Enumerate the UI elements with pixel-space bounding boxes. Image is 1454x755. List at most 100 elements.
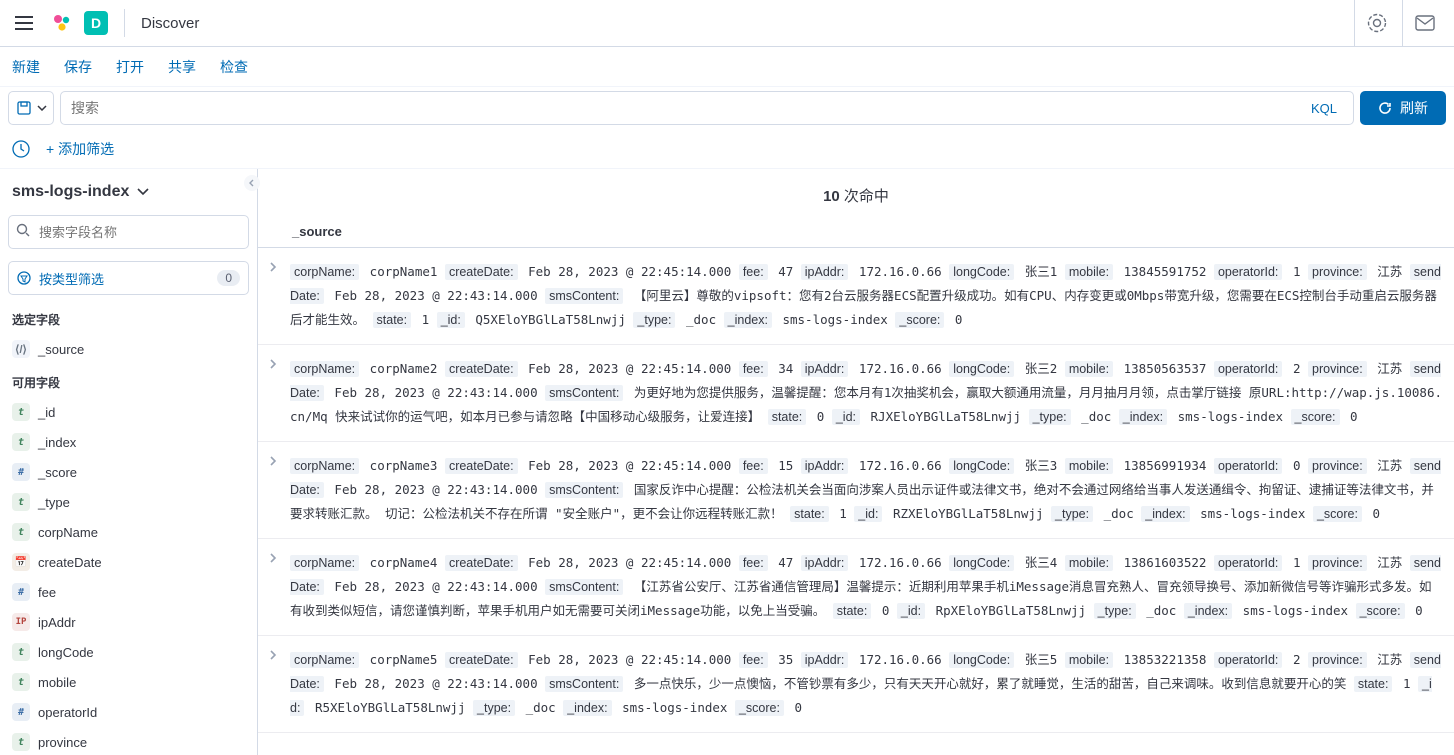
search-input[interactable] xyxy=(71,100,1305,116)
doc-row: corpName: corpName4 createDate: Feb 28, … xyxy=(258,539,1454,636)
column-source[interactable]: _source xyxy=(292,224,342,239)
doc-source: corpName: corpName2 createDate: Feb 28, … xyxy=(290,357,1442,429)
field-type-icon: t xyxy=(12,643,30,661)
field-item-fee[interactable]: # fee xyxy=(0,577,257,607)
field-type-icon: # xyxy=(12,463,30,481)
field-item-mobile[interactable]: t mobile xyxy=(0,667,257,697)
field-name: _index xyxy=(38,435,76,450)
table-header: _source xyxy=(258,216,1454,248)
expand-doc-button[interactable] xyxy=(268,551,286,623)
field-type-icon: # xyxy=(12,583,30,601)
hits-count: 10 xyxy=(823,188,840,205)
field-name: operatorId xyxy=(38,705,97,720)
action-save[interactable]: 保存 xyxy=(64,57,92,77)
refresh-button[interactable]: 刷新 xyxy=(1360,91,1446,125)
field-type-icon: IP xyxy=(12,613,30,631)
chevron-left-icon xyxy=(248,179,256,187)
available-fields-label: 可用字段 xyxy=(0,364,257,397)
selected-fields-label: 选定字段 xyxy=(0,301,257,334)
lifebuoy-icon xyxy=(1367,13,1387,33)
search-bar: KQL 刷新 xyxy=(0,87,1454,129)
field-item-_source[interactable]: ⟨/⟩ _source xyxy=(0,334,257,364)
available-fields-list: t _id t _index # _score t _type t corpNa… xyxy=(0,397,257,755)
field-item-_index[interactable]: t _index xyxy=(0,427,257,457)
field-item-longCode[interactable]: t longCode xyxy=(0,637,257,667)
type-filter-count: 0 xyxy=(217,270,240,286)
newsfeed-button[interactable] xyxy=(1402,0,1446,46)
field-type-icon: # xyxy=(12,703,30,721)
chevron-right-icon xyxy=(268,650,278,660)
query-bar: KQL xyxy=(60,91,1354,125)
doc-row: corpName: corpName2 createDate: Feb 28, … xyxy=(258,345,1454,442)
field-type-icon: t xyxy=(12,733,30,751)
field-name: ipAddr xyxy=(38,615,76,630)
doc-source: corpName: corpName1 createDate: Feb 28, … xyxy=(290,260,1442,332)
field-item-createDate[interactable]: 📅 createDate xyxy=(0,547,257,577)
field-item-province[interactable]: t province xyxy=(0,727,257,755)
refresh-icon xyxy=(1378,101,1392,115)
field-type-icon: t xyxy=(12,673,30,691)
app-badge[interactable]: D xyxy=(84,11,108,35)
hits-header: 10 次命中 xyxy=(258,169,1454,216)
chevron-right-icon xyxy=(268,553,278,563)
field-item-_id[interactable]: t _id xyxy=(0,397,257,427)
collapse-sidebar-button[interactable] xyxy=(244,175,260,191)
docs-list[interactable]: corpName: corpName1 createDate: Feb 28, … xyxy=(258,248,1454,755)
field-item-_type[interactable]: t _type xyxy=(0,487,257,517)
index-name: sms-logs-index xyxy=(12,183,129,201)
field-type-icon: t xyxy=(12,433,30,451)
field-name: fee xyxy=(38,585,56,600)
field-item-_score[interactable]: # _score xyxy=(0,457,257,487)
saved-query-button[interactable] xyxy=(8,91,54,125)
filter-funnel-icon xyxy=(17,271,31,285)
refresh-label: 刷新 xyxy=(1400,98,1428,118)
filter-settings-button[interactable] xyxy=(12,140,30,158)
field-type-icon: t xyxy=(12,493,30,511)
field-name: mobile xyxy=(38,675,76,690)
field-item-ipAddr[interactable]: IP ipAddr xyxy=(0,607,257,637)
nav-menu-button[interactable] xyxy=(8,7,40,39)
selected-fields-list: ⟨/⟩ _source xyxy=(0,334,257,364)
chevron-down-icon xyxy=(137,188,149,196)
field-name: _score xyxy=(38,465,77,480)
field-type-icon: 📅 xyxy=(12,553,30,571)
results-panel: 10 次命中 _source corpName: corpName1 creat… xyxy=(258,169,1454,755)
topbar-right xyxy=(1354,0,1446,46)
field-search-input[interactable] xyxy=(8,215,249,249)
doc-row: corpName: corpName3 createDate: Feb 28, … xyxy=(258,442,1454,539)
chevron-right-icon xyxy=(268,456,278,466)
field-search xyxy=(8,215,249,249)
field-item-operatorId[interactable]: # operatorId xyxy=(0,697,257,727)
index-selector[interactable]: sms-logs-index xyxy=(0,169,257,209)
action-open[interactable]: 打开 xyxy=(116,57,144,77)
field-name: _source xyxy=(38,342,84,357)
elastic-logo-icon[interactable] xyxy=(50,11,74,35)
expand-doc-button[interactable] xyxy=(268,648,286,720)
doc-source: corpName: corpName4 createDate: Feb 28, … xyxy=(290,551,1442,623)
action-bar: 新建 保存 打开 共享 检查 xyxy=(0,47,1454,87)
hits-suffix: 次命中 xyxy=(840,188,889,205)
sidebar: sms-logs-index 按类型筛选 0 选定字段 ⟨/⟩ _source … xyxy=(0,169,258,755)
action-new[interactable]: 新建 xyxy=(12,57,40,77)
chevron-right-icon xyxy=(268,359,278,369)
kql-toggle[interactable]: KQL xyxy=(1305,101,1343,116)
chevron-down-icon xyxy=(37,105,47,111)
doc-source: corpName: corpName3 createDate: Feb 28, … xyxy=(290,454,1442,526)
add-filter-button[interactable]: + 添加筛选 xyxy=(46,139,114,159)
mail-icon xyxy=(1415,15,1435,31)
search-icon xyxy=(16,223,30,237)
action-share[interactable]: 共享 xyxy=(168,57,196,77)
field-name: _id xyxy=(38,405,55,420)
expand-doc-button[interactable] xyxy=(268,357,286,429)
chevron-right-icon xyxy=(268,262,278,272)
type-filter-button[interactable]: 按类型筛选 0 xyxy=(8,261,249,295)
help-button[interactable] xyxy=(1354,0,1398,46)
field-name: longCode xyxy=(38,645,94,660)
field-name: corpName xyxy=(38,525,98,540)
expand-doc-button[interactable] xyxy=(268,454,286,526)
filter-bar: + 添加筛选 xyxy=(0,129,1454,169)
expand-doc-button[interactable] xyxy=(268,260,286,332)
divider xyxy=(124,9,125,37)
action-inspect[interactable]: 检查 xyxy=(220,57,248,77)
field-item-corpName[interactable]: t corpName xyxy=(0,517,257,547)
